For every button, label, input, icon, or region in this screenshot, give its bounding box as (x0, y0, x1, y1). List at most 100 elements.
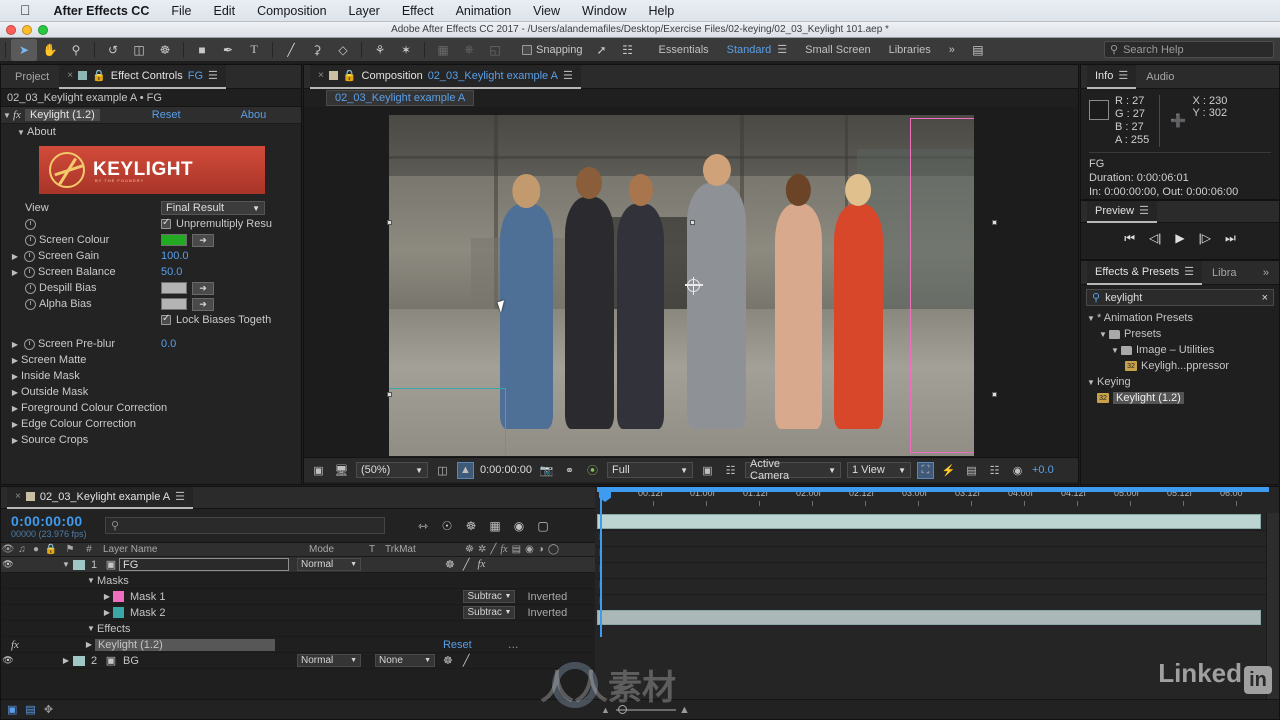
composition-flowchart-icon[interactable]: ▤ (25, 703, 35, 716)
shape-tool-icon[interactable]: ■ (189, 39, 215, 61)
expand-triangle-icon[interactable]: ▶ (9, 404, 21, 413)
effects-search-field[interactable]: ⚲ keylight × (1086, 289, 1274, 306)
menu-animation[interactable]: Animation (445, 4, 523, 18)
panel-menu-icon[interactable]: ☰ (563, 69, 573, 82)
frame-blending-icon[interactable]: ▦ (483, 516, 507, 536)
menu-window[interactable]: Window (571, 4, 637, 18)
expand-triangle-icon[interactable]: ▼ (59, 560, 73, 569)
mask-inverted-label[interactable]: Inverted (527, 607, 567, 619)
draft-3d-icon[interactable]: ☉ (435, 516, 459, 536)
keylight-effect-header[interactable]: ▼ fx Keylight (1.2) Reset Abou (1, 107, 301, 124)
trkmat-column-header[interactable]: TrkMat (385, 544, 465, 555)
exposure-reset-icon[interactable]: ◉ (1009, 462, 1026, 479)
about-expand-triangle-icon[interactable]: ▼ (15, 128, 27, 137)
trkmat-dropdown[interactable]: None ▼ (375, 654, 435, 667)
show-snapshot-icon[interactable]: ⚭ (561, 462, 578, 479)
view-dropdown[interactable]: Final Result ▼ (161, 201, 265, 215)
group-outside-mask[interactable]: ▶ Outside Mask (1, 384, 301, 400)
composition-name-chip[interactable]: 02_03_Keylight example A (326, 90, 475, 106)
clone-stamp-tool-icon[interactable]: ⚳ (304, 39, 330, 61)
close-icon[interactable]: × (67, 70, 73, 81)
expand-triangle-icon[interactable]: ▶ (9, 436, 21, 445)
mask-2-outline[interactable] (389, 387, 506, 456)
quality-icon[interactable]: ╱ (463, 558, 470, 571)
screen-gain-value[interactable]: 100.0 (161, 250, 301, 262)
workspace-overflow-icon[interactable]: » (949, 44, 955, 56)
previous-frame-button[interactable]: ◁| (1149, 231, 1161, 245)
layer-duration-bar-bg[interactable] (597, 610, 1261, 625)
libraries-tab[interactable]: Libra (1204, 261, 1244, 285)
expand-triangle-icon[interactable]: ▼ (1, 111, 13, 120)
stopwatch-icon[interactable] (24, 250, 35, 262)
region-of-interest-icon[interactable]: ◫ (434, 462, 451, 479)
roto-brush-tool-icon[interactable]: ⚘ (367, 39, 393, 61)
panel-menu-icon[interactable]: ☰ (175, 490, 185, 503)
fast-previews-icon[interactable]: ⚡ (940, 462, 957, 479)
expand-triangle-icon[interactable]: ▼ (1109, 346, 1121, 355)
snapping-checkbox-icon[interactable] (522, 44, 532, 55)
screen-pre-blur-value[interactable]: 0.0 (161, 338, 301, 350)
stopwatch-icon[interactable] (25, 298, 36, 310)
puppet-pin-tool-icon[interactable]: ✶ (393, 39, 419, 61)
alpha-bias-swatch[interactable] (161, 298, 187, 310)
workspace-settings-icon[interactable]: ▤ (965, 39, 991, 61)
zoom-in-timeline-icon[interactable]: ▲ (679, 704, 690, 716)
unpremultiply-checkbox[interactable] (161, 217, 171, 229)
layer-name-input[interactable]: FG (119, 558, 289, 571)
lock-icon[interactable]: 🔒 (92, 69, 106, 82)
composition-tab[interactable]: × 🔒 Composition 02_03_Keylight example A… (310, 64, 581, 89)
close-icon[interactable]: × (318, 70, 324, 81)
despill-bias-swatch[interactable] (161, 282, 187, 294)
mask-inverted-label[interactable]: Inverted (527, 591, 567, 603)
menu-edit[interactable]: Edit (203, 4, 247, 18)
lock-icon[interactable]: 🔒 (343, 69, 357, 82)
info-tab[interactable]: Info ☰ (1087, 64, 1137, 89)
selection-handle[interactable] (387, 392, 392, 397)
selection-handle[interactable] (387, 220, 392, 225)
minimize-window-button[interactable] (22, 25, 32, 35)
keylight-effect-name[interactable]: Keylight (1.2) (24, 109, 100, 121)
apple-logo-icon[interactable]:  (8, 3, 43, 19)
menu-view[interactable]: View (522, 4, 571, 18)
expand-triangle-icon[interactable]: ▼ (85, 576, 97, 585)
effects-presets-tab[interactable]: Effects & Presets ☰ (1087, 260, 1203, 285)
preview-tab[interactable]: Preview ☰ (1087, 200, 1157, 223)
image-utilities-folder[interactable]: ▼ Image – Utilities (1081, 342, 1279, 358)
panel-menu-icon[interactable]: ☰ (1118, 69, 1128, 82)
comp-timecode[interactable]: 0:00:00:00 (480, 464, 532, 476)
brush-tool-icon[interactable]: ╱ (278, 39, 304, 61)
keylight-suppressor-preset[interactable]: 32 Keyligh...ppressor (1081, 358, 1279, 374)
stopwatch-icon[interactable] (25, 218, 36, 230)
snapping-box-icon[interactable]: ☷ (615, 39, 641, 61)
motion-blur-icon[interactable]: ◉ (507, 516, 531, 536)
layer-mode-dropdown[interactable]: Normal ▼ (297, 654, 361, 667)
eye-icon[interactable]: 👁 (1, 559, 15, 570)
region-interest-toggle-icon[interactable]: ▣ (699, 462, 716, 479)
lock-biases-checkbox[interactable] (161, 313, 171, 325)
resolution-dropdown[interactable]: Full ▼ (607, 462, 693, 478)
quality-icon[interactable]: ╱ (463, 654, 470, 667)
eye-icon[interactable]: 👁 (1, 655, 15, 666)
menu-effect[interactable]: Effect (391, 4, 445, 18)
transparency-grid-icon[interactable]: ▲ (457, 461, 474, 479)
mask-1-outline[interactable] (909, 118, 974, 453)
comp-scroll-thumb[interactable] (1266, 513, 1279, 719)
timeline-ruler[interactable]: 0f 00:12f 01:00f 01:12f 02:00f 02:12f 03… (595, 487, 1279, 513)
hand-tool-icon[interactable]: ✋ (37, 39, 63, 61)
timeline-icon[interactable]: ▤ (963, 462, 980, 479)
current-time-indicator[interactable] (600, 487, 602, 637)
animation-presets-node[interactable]: ▼ * Animation Presets (1081, 310, 1279, 326)
workspace-standard[interactable]: Standard (727, 44, 772, 56)
expand-triangle-icon[interactable]: ▶ (9, 420, 21, 429)
maximize-window-button[interactable] (38, 25, 48, 35)
shy-icon[interactable]: ☸ (445, 558, 455, 571)
play-button[interactable]: ▶ (1175, 231, 1184, 245)
workspace-essentials[interactable]: Essentials (659, 44, 709, 56)
always-preview-icon[interactable]: ▣ (310, 462, 327, 479)
mask-color-swatch[interactable] (113, 607, 124, 618)
menu-help[interactable]: Help (638, 4, 686, 18)
project-tab[interactable]: Project (7, 65, 57, 89)
graph-editor-icon[interactable]: ▢ (531, 516, 555, 536)
screen-balance-value[interactable]: 50.0 (161, 266, 301, 278)
selection-handle[interactable] (690, 220, 695, 225)
